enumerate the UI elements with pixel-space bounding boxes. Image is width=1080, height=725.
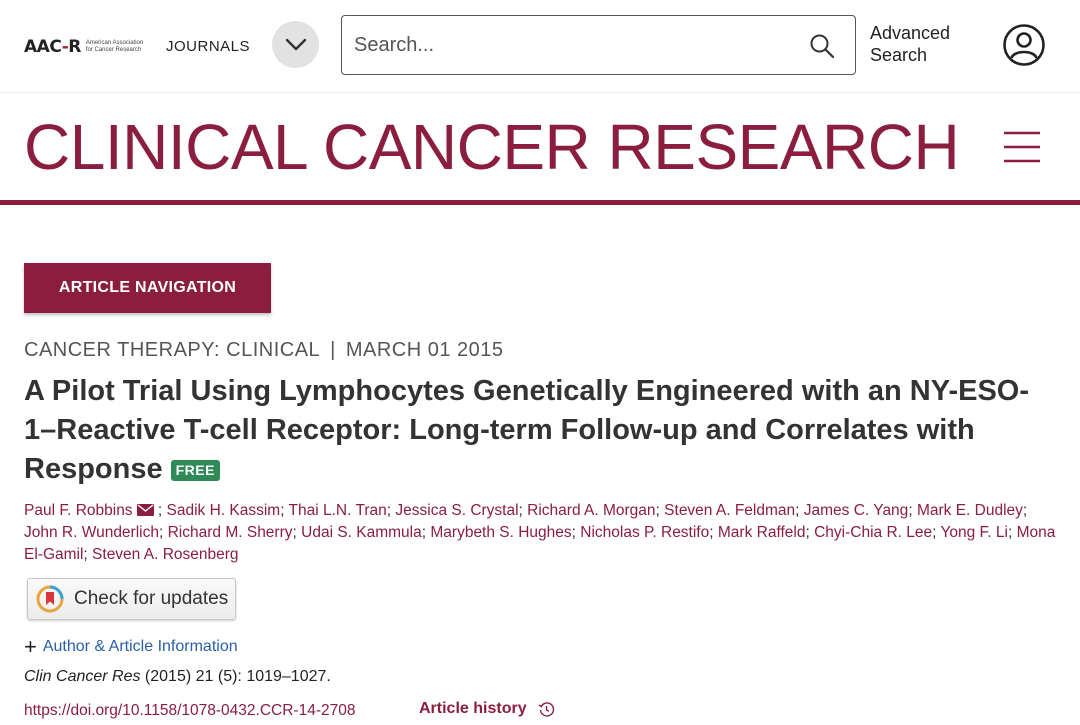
author-link[interactable]: Mark E. Dudley: [917, 502, 1023, 519]
crossmark-icon: [36, 585, 64, 613]
author-link[interactable]: Nicholas P. Restifo: [580, 524, 709, 541]
logo-org-name: American Association for Cancer Research: [85, 40, 144, 53]
author-link[interactable]: Paul F. Robbins: [24, 502, 133, 519]
author-info-label: Author & Article Information: [42, 638, 238, 655]
citation-journal: Clin Cancer Res: [24, 668, 141, 685]
hamburger-menu-icon[interactable]: [1003, 130, 1041, 164]
search-box: [341, 15, 856, 75]
journals-dropdown-button[interactable]: [272, 21, 319, 68]
author-link[interactable]: Chyi-Chia R. Lee: [814, 524, 932, 541]
article-history-label: Article history: [419, 700, 527, 717]
free-badge: FREE: [170, 460, 220, 481]
chevron-down-icon: [285, 38, 306, 50]
doi-link[interactable]: https://doi.org/10.1158/1078-0432.CCR-14…: [24, 702, 355, 720]
author-info-toggle[interactable]: + Author & Article Information: [24, 634, 238, 659]
author-link[interactable]: John R. Wunderlich: [24, 524, 159, 541]
journal-title[interactable]: CLINICAL CANCER RESEARCH: [24, 114, 960, 180]
article-category-line: CANCER THERAPY: CLINICAL | MARCH 01 2015: [24, 339, 504, 362]
author-link[interactable]: Richard A. Morgan: [527, 502, 655, 519]
article-history-button[interactable]: Article history: [419, 700, 555, 718]
aacr-logo[interactable]: AAC-R American Association for Cancer Res…: [24, 33, 156, 61]
author-link[interactable]: Steven A. Rosenberg: [92, 546, 239, 563]
check-for-updates-button[interactable]: Check for updates: [27, 578, 236, 620]
logo-mark: AAC-R: [24, 37, 81, 57]
article-category[interactable]: CANCER THERAPY: CLINICAL: [24, 339, 320, 361]
author-link[interactable]: Marybeth S. Hughes: [430, 524, 571, 541]
mail-icon[interactable]: [136, 504, 154, 516]
author-link[interactable]: Sadik H. Kassim: [166, 502, 280, 519]
history-clock-icon: [538, 701, 554, 717]
plus-icon: +: [24, 634, 37, 659]
author-link[interactable]: Udai S. Kammula: [301, 524, 422, 541]
advanced-search-link[interactable]: Advanced Search: [870, 22, 970, 66]
search-icon[interactable]: [809, 33, 835, 59]
article-navigation-button[interactable]: ARTICLE NAVIGATION: [24, 263, 271, 313]
author-link[interactable]: Mark Raffeld: [718, 524, 806, 541]
author-link[interactable]: James C. Yang: [804, 502, 909, 519]
banner-divider: [0, 200, 1080, 205]
article-title: A Pilot Trial Using Lymphocytes Genetica…: [24, 375, 1030, 485]
search-input[interactable]: [354, 28, 794, 62]
logo-journals-label[interactable]: JOURNALS: [166, 38, 250, 55]
citation-details: (2015) 21 (5): 1019–1027.: [140, 668, 331, 685]
author-link[interactable]: Richard M. Sherry: [168, 524, 293, 541]
user-account-icon[interactable]: [1002, 23, 1046, 67]
category-separator: |: [330, 339, 336, 361]
author-link[interactable]: Steven A. Feldman: [664, 502, 795, 519]
article-date: MARCH 01 2015: [345, 339, 504, 361]
citation: Clin Cancer Res (2015) 21 (5): 1019–1027…: [24, 668, 331, 686]
top-bar: AAC-R American Association for Cancer Res…: [0, 0, 1080, 92]
check-for-updates-label: Check for updates: [74, 588, 229, 609]
author-list: Paul F. Robbins ; Sadik H. Kassim; Thai …: [24, 502, 1056, 563]
author-link[interactable]: Jessica S. Crystal: [395, 502, 518, 519]
author-link[interactable]: Yong F. Li: [940, 524, 1008, 541]
author-link[interactable]: Thai L.N. Tran: [289, 502, 387, 519]
